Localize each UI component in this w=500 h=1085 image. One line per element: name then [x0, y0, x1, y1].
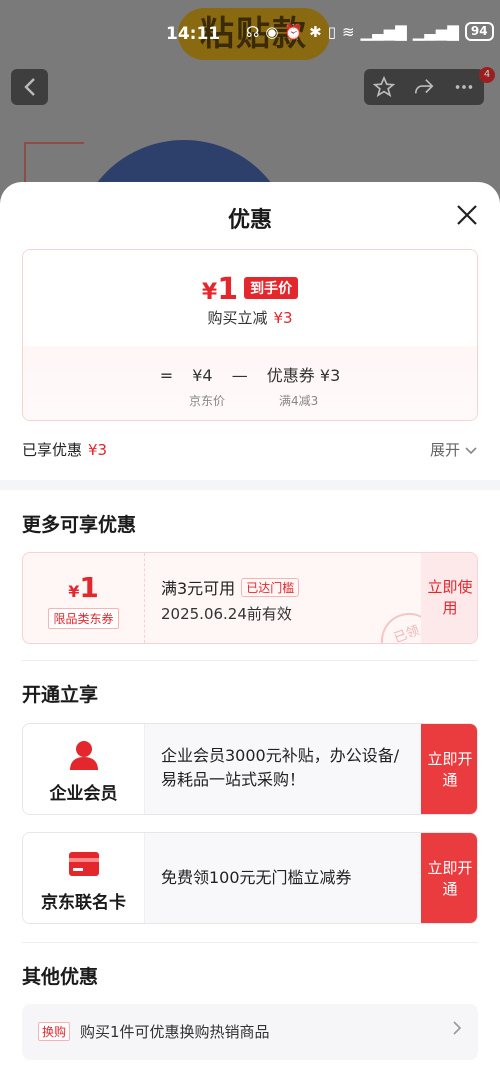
share-icon[interactable] — [413, 76, 435, 98]
sheet-title: 优惠 — [227, 208, 272, 233]
wifi-icon: ≋ — [341, 22, 355, 41]
vibrate-icon: ▯ — [327, 22, 336, 41]
formula-jd-price: ¥4 — [192, 366, 213, 385]
enjoyed-label: 已享优惠 — [22, 441, 83, 459]
coupon-value: ¥1 — [23, 571, 144, 604]
status-bar: 14:11 ☊ ◉ ⏰ ✱ ▯ ≋ ▁▃▅▇ ▁▃▅▇ 94 — [0, 0, 500, 66]
open-enjoy-title: 开通立享 — [22, 684, 99, 706]
trade-in-tag: 换购 — [38, 1022, 71, 1041]
trade-in-offer-row[interactable]: 换购 购买1件可优惠换购热销商品 — [22, 1004, 478, 1060]
jd-card-brand: 京东联名卡 — [23, 833, 145, 923]
jd-card-name: 京东联名卡 — [41, 893, 126, 913]
formula-equals: = — [159, 366, 174, 385]
coupon-value-area: ¥1 限品类东券 — [23, 553, 145, 643]
divider-2 — [22, 942, 478, 943]
coupon-amount: 1 — [79, 571, 99, 604]
enjoyed-discount: 已享优惠 ¥3 — [22, 439, 107, 460]
coupon-condition: 满3元可用 — [161, 579, 236, 598]
status-icons: ☊ ◉ ⏰ ✱ ▯ ≋ ▁▃▅▇ ▁▃▅▇ 94 — [246, 22, 494, 41]
currency-symbol: ¥ — [201, 280, 218, 305]
chevron-left-icon — [23, 78, 35, 96]
coupon-validity: 2025.06.24前有效 — [161, 605, 292, 623]
close-icon[interactable] — [452, 200, 482, 230]
instant-discount: 购买立减 ¥3 — [23, 307, 477, 328]
battery-indicator: 94 — [464, 22, 494, 41]
coupon-currency: ¥ — [68, 582, 80, 601]
more-offers-title: 更多可享优惠 — [22, 514, 137, 536]
jd-card-desc: 免费领100元无门槛立减券 — [161, 868, 352, 887]
coupon-condition-row: 满3元可用 已达门槛 — [161, 575, 300, 599]
coupon-type: 限品类东券 — [48, 608, 119, 629]
signal-icon-2: ▁▃▅▇ — [412, 22, 459, 41]
expand-button[interactable]: 展开 — [430, 439, 477, 460]
more-icon[interactable] — [453, 76, 475, 98]
formula-coupon-label: 满4减3 — [279, 394, 319, 408]
chevron-right-icon — [453, 1021, 462, 1035]
bluetooth-icon: ✱ — [309, 22, 322, 41]
back-button[interactable] — [11, 69, 48, 105]
enterprise-member-card: 企业会员 企业会员3000元补贴，办公设备/易耗品一站式采购！ 立即开通 — [22, 723, 478, 815]
formula-coupon: 优惠券 ¥3 — [266, 366, 341, 385]
message-badge: 4 — [479, 67, 495, 83]
decorative-line — [24, 142, 84, 144]
enterprise-member-desc: 企业会员3000元补贴，办公设备/易耗品一站式采购！ — [161, 746, 400, 789]
enterprise-member-name: 企业会员 — [49, 784, 118, 804]
status-time: 14:11 — [166, 24, 221, 44]
final-price-tag: 到手价 — [244, 277, 299, 299]
final-price-card: ¥1 到手价 购买立减 ¥3 = ¥4 — 优惠券 ¥3 京东价 满4减3 — [22, 249, 478, 421]
use-coupon-button[interactable]: 立即使用 — [421, 553, 477, 643]
jd-card-card: 京东联名卡 免费领100元无门槛立减券 立即开通 — [22, 832, 478, 924]
instant-discount-label: 购买立减 — [207, 309, 268, 327]
coupon-info: 满3元可用 已达门槛 2025.06.24前有效 — [161, 575, 300, 624]
credit-card-icon — [69, 852, 99, 876]
person-icon — [70, 741, 98, 770]
expand-label: 展开 — [430, 441, 461, 459]
signal-icon: ▁▃▅▇ — [360, 22, 407, 41]
price-formula: = ¥4 — 优惠券 ¥3 — [23, 362, 477, 386]
formula-jd-price-label: 京东价 — [189, 394, 226, 408]
formula-minus: — — [231, 366, 248, 385]
final-price: ¥1 到手价 — [23, 272, 477, 307]
alarm-icon: ⏰ — [284, 22, 304, 41]
divider — [22, 660, 478, 661]
eye-icon: ◉ — [265, 22, 279, 41]
coupon-card: ¥1 限品类东券 满3元可用 已达门槛 2025.06.24前有效 已领 立即使用 — [22, 552, 478, 644]
other-offers-title: 其他优惠 — [22, 966, 99, 988]
discount-sheet: 优惠 ¥1 到手价 购买立减 ¥3 = ¥4 — 优惠券 ¥3 京东价 满4减3 已… — [0, 182, 500, 1085]
section-divider — [0, 480, 500, 490]
enterprise-member-brand: 企业会员 — [23, 724, 145, 814]
trade-in-text: 购买1件可优惠换购热销商品 — [80, 1023, 270, 1041]
headset-icon: ☊ — [246, 22, 260, 41]
chevron-down-icon — [465, 447, 477, 455]
star-icon[interactable] — [373, 76, 395, 98]
final-price-amount: 1 — [217, 272, 239, 307]
jd-card-open-button[interactable]: 立即开通 — [421, 833, 477, 923]
coupon-threshold-badge: 已达门槛 — [241, 578, 300, 597]
enterprise-open-button[interactable]: 立即开通 — [421, 724, 477, 814]
instant-discount-value: ¥3 — [273, 309, 293, 327]
enjoyed-value: ¥3 — [88, 441, 108, 459]
nav-actions — [364, 69, 484, 105]
